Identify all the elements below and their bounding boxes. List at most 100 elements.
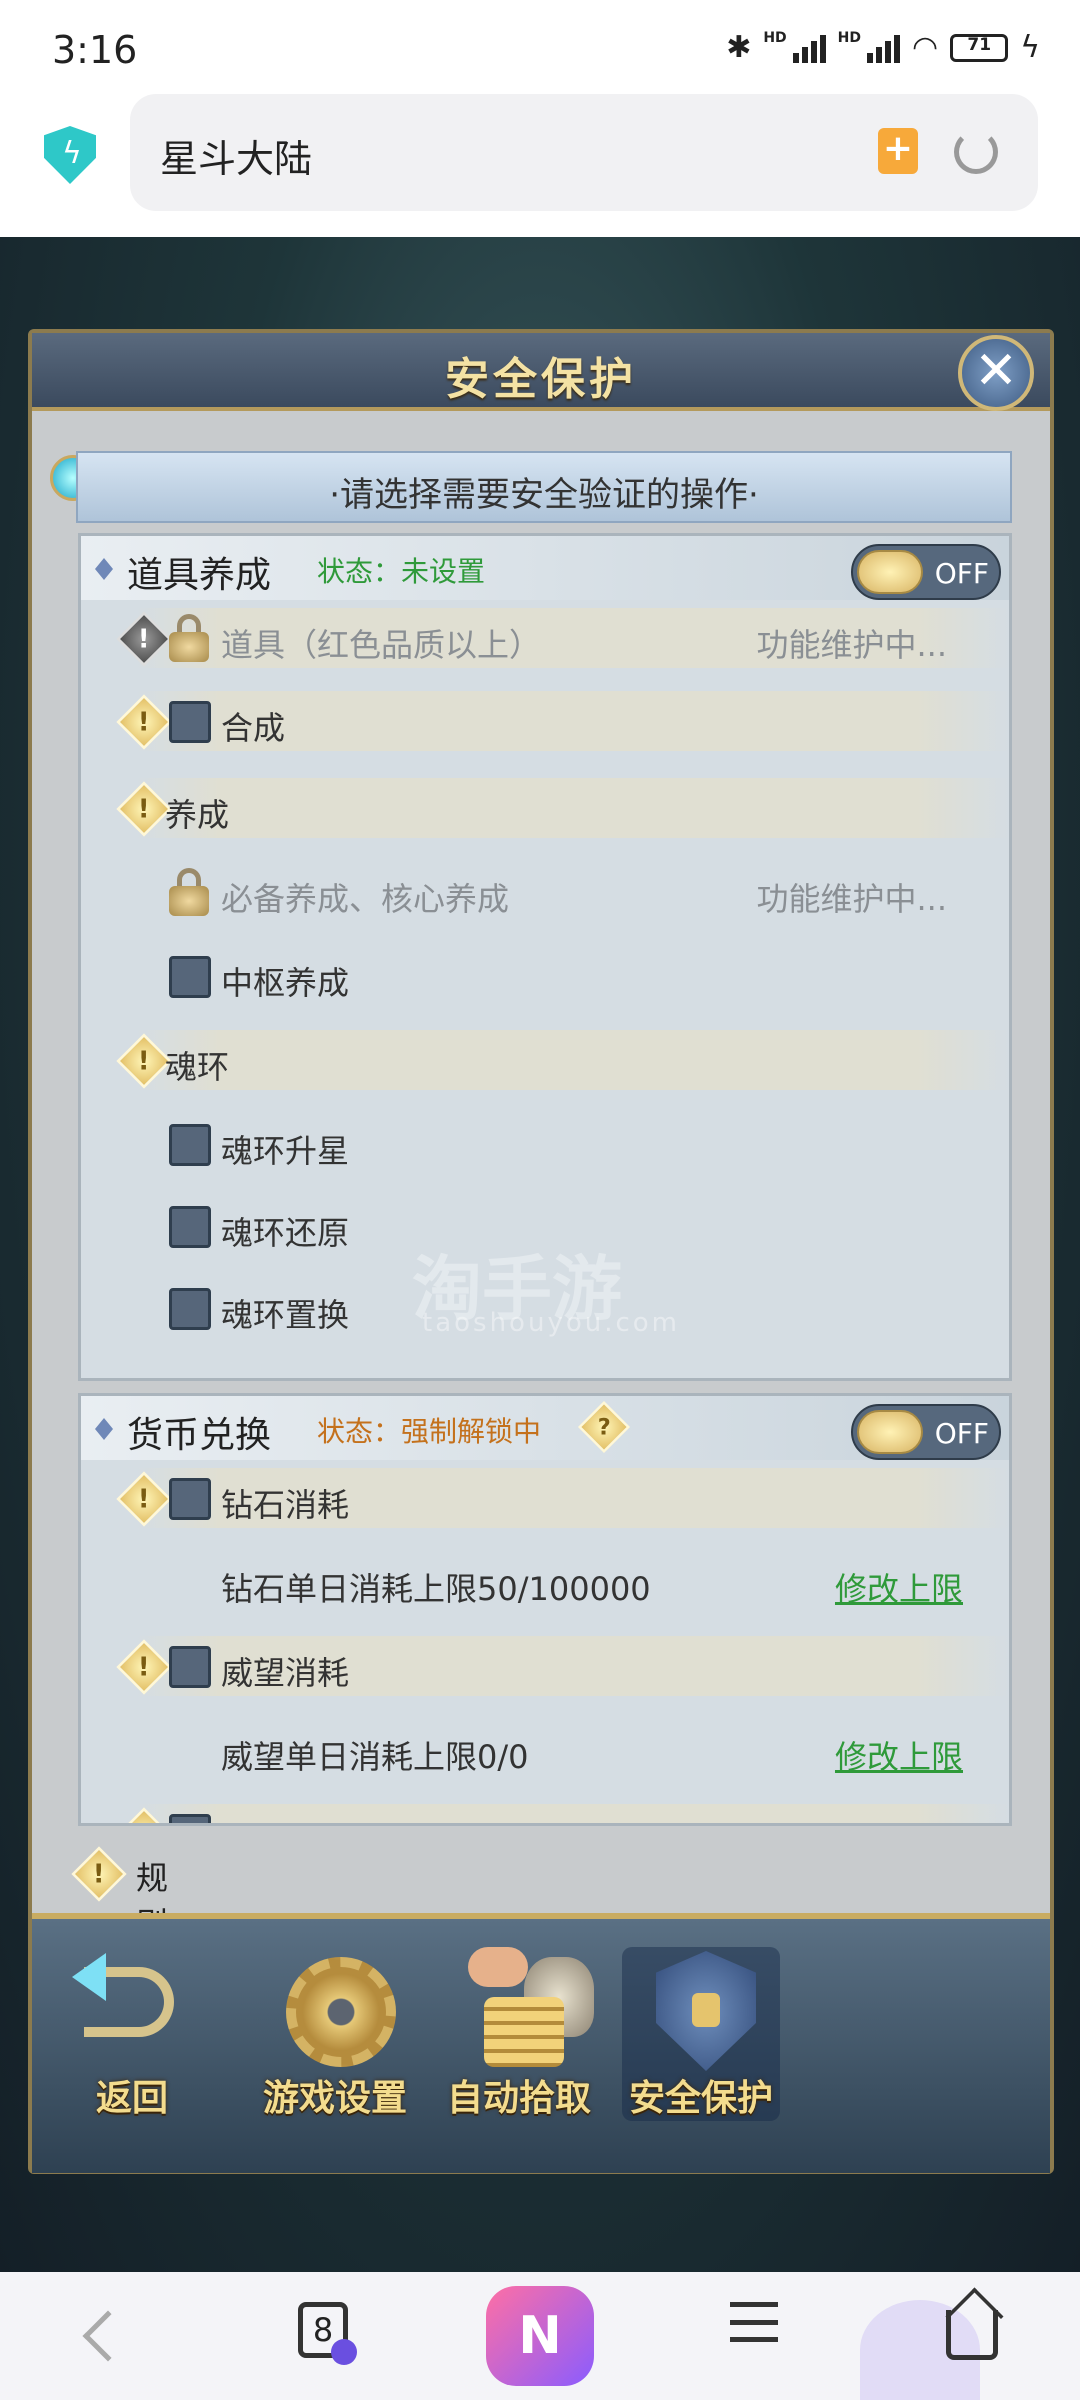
security-dialog: 安全保护 ✕ ·请选择需要安全验证的操作· 道具养成 状态：未设置 OFF ! … <box>28 329 1054 2174</box>
battery-icon: 71 <box>950 33 1009 62</box>
group-label: 魂环 <box>165 1048 230 1086</box>
checkbox[interactable] <box>169 1206 211 1248</box>
warning-icon: ! <box>116 1639 172 1695</box>
modify-limit-link[interactable]: 修改上限 <box>835 1732 963 1778</box>
section-header: 货币兑换 状态：强制解锁中 ? OFF <box>81 1396 1009 1460</box>
return-arrow-icon <box>72 1947 192 2077</box>
section-title: 货币兑换 <box>127 1415 272 1456</box>
back-button[interactable]: 返回 <box>72 1947 192 2121</box>
help-icon[interactable]: ? <box>577 1400 631 1454</box>
ai-assistant-button[interactable]: N <box>486 2286 594 2386</box>
instruction-banner: ·请选择需要安全验证的操作· <box>76 451 1012 523</box>
section-currency-exchange: 货币兑换 状态：强制解锁中 ? OFF ! 钻石消耗 钻石单日消耗上限50/10… <box>78 1393 1012 1826</box>
status-icons: ✱ HD HD ◠ 71 ϟ <box>726 30 1040 65</box>
warning-icon: ! <box>116 694 172 750</box>
toggle-label: OFF <box>934 557 989 590</box>
modify-limit-link[interactable]: 修改上限 <box>835 1564 963 1610</box>
checkbox[interactable] <box>169 1124 211 1166</box>
game-bottom-nav: 返回 游戏设置 自动拾取 安全保护 <box>32 1913 1050 2173</box>
limit-text: 威望单日消耗上限0/0 <box>221 1738 529 1776</box>
watermark-sub: taoshouyou.com <box>422 1308 681 1338</box>
list-item[interactable]: 魂环升星 <box>81 1114 1009 1174</box>
item-label: 钻石消耗 <box>221 1486 350 1524</box>
warning-icon: ! <box>116 1033 172 1089</box>
status-bar: 3:16 ✱ HD HD ◠ 71 ϟ <box>0 0 1080 92</box>
section-toggle[interactable]: OFF <box>851 1404 1001 1460</box>
reload-icon[interactable] <box>954 130 998 174</box>
checkbox[interactable] <box>169 701 211 743</box>
warning-icon: ! <box>116 781 172 837</box>
shield-lock-icon <box>626 1947 776 2077</box>
section-header: 道具养成 状态：未设置 OFF <box>81 536 1009 600</box>
charging-icon: ϟ <box>1020 30 1040 65</box>
list-item[interactable]: 中枢养成 <box>81 946 1009 1006</box>
hd-label-1: HD <box>763 30 787 46</box>
battery-level: 71 <box>967 34 992 55</box>
address-bar[interactable]: 星斗大陆 + <box>130 94 1038 211</box>
dialog-title: 安全保护 <box>445 354 637 405</box>
list-item: 必备养成、核心养成 功能维护中... <box>81 862 1009 922</box>
auto-pickup-button[interactable]: 自动拾取 <box>444 1947 594 2121</box>
item-label: 魂环还原 <box>221 1214 350 1252</box>
security-button[interactable]: 安全保护 <box>622 1947 780 2121</box>
bluetooth-icon: ✱ <box>726 30 752 65</box>
browser-toolbar: ϟ 星斗大陆 + <box>0 92 1080 237</box>
ai-logo-icon: N <box>518 2306 562 2366</box>
browser-bottom-nav: 8 N <box>0 2272 1080 2400</box>
toggle-label: OFF <box>934 1417 989 1450</box>
coin-sack-icon <box>444 1947 594 2077</box>
section-status: 状态：强制解锁中 <box>317 1415 542 1448</box>
item-label: 魂环置换 <box>221 1296 350 1334</box>
gear-icon <box>260 1947 410 2077</box>
list-item-partial: ! <box>81 1804 1009 1823</box>
list-item[interactable]: ! 合成 <box>81 691 1009 751</box>
group-header: ! 养成 <box>81 778 1009 838</box>
warning-icon: ! <box>116 1807 172 1823</box>
dialog-titlebar: 安全保护 ✕ <box>32 333 1050 411</box>
checkbox[interactable] <box>169 1646 211 1688</box>
checkbox[interactable] <box>169 1478 211 1520</box>
tabs-button[interactable]: 8 <box>298 2302 357 2365</box>
status-time: 3:16 <box>52 28 138 72</box>
item-label: 魂环升星 <box>221 1132 350 1170</box>
signal-1-icon <box>792 33 826 63</box>
security-shield-icon[interactable]: ϟ <box>44 126 96 184</box>
item-label: 道具（红色品质以上） <box>221 626 542 664</box>
ghost-badge-icon <box>331 2339 357 2365</box>
section-toggle[interactable]: OFF <box>851 544 1001 600</box>
close-icon[interactable]: ✕ <box>958 335 1034 411</box>
signal-2-icon <box>867 33 901 63</box>
item-label: 中枢养成 <box>221 964 350 1002</box>
checkbox[interactable] <box>169 1814 211 1823</box>
add-bookmark-icon[interactable]: + <box>878 128 918 174</box>
limit-row: 钻石单日消耗上限50/100000 修改上限 <box>81 1552 1009 1612</box>
group-header: ! 魂环 <box>81 1030 1009 1090</box>
checkbox[interactable] <box>169 956 211 998</box>
lock-icon <box>169 614 209 664</box>
game-viewport: 安全保护 ✕ ·请选择需要安全验证的操作· 道具养成 状态：未设置 OFF ! … <box>0 237 1080 2272</box>
item-label: 威望消耗 <box>221 1654 350 1692</box>
home-icon[interactable] <box>946 2310 998 2360</box>
item-label: 合成 <box>221 709 286 747</box>
warning-icon: ! <box>71 1846 127 1902</box>
lock-icon <box>169 868 209 918</box>
list-item[interactable]: ! 威望消耗 <box>81 1636 1009 1696</box>
diamond-bullet-icon <box>95 558 113 580</box>
item-label: 必备养成、核心养成 <box>221 880 510 918</box>
section-status: 状态：未设置 <box>317 555 486 588</box>
maintenance-text: 功能维护中... <box>756 880 947 918</box>
limit-text: 钻石单日消耗上限50/100000 <box>221 1570 651 1608</box>
menu-icon[interactable] <box>730 2302 778 2342</box>
list-item[interactable]: ! 钻石消耗 <box>81 1468 1009 1528</box>
section-title: 道具养成 <box>127 555 272 596</box>
warning-icon: ! <box>116 1471 172 1527</box>
game-settings-button[interactable]: 游戏设置 <box>260 1947 410 2121</box>
address-text[interactable]: 星斗大陆 <box>160 128 312 183</box>
wifi-icon: ◠ <box>912 30 939 65</box>
warning-icon: ! <box>116 611 172 667</box>
back-arrow-icon[interactable] <box>82 2310 134 2362</box>
maintenance-text: 功能维护中... <box>756 626 947 664</box>
checkbox[interactable] <box>169 1288 211 1330</box>
instruction-text: ·请选择需要安全验证的操作· <box>329 475 759 515</box>
hd-label-2: HD <box>837 30 862 46</box>
